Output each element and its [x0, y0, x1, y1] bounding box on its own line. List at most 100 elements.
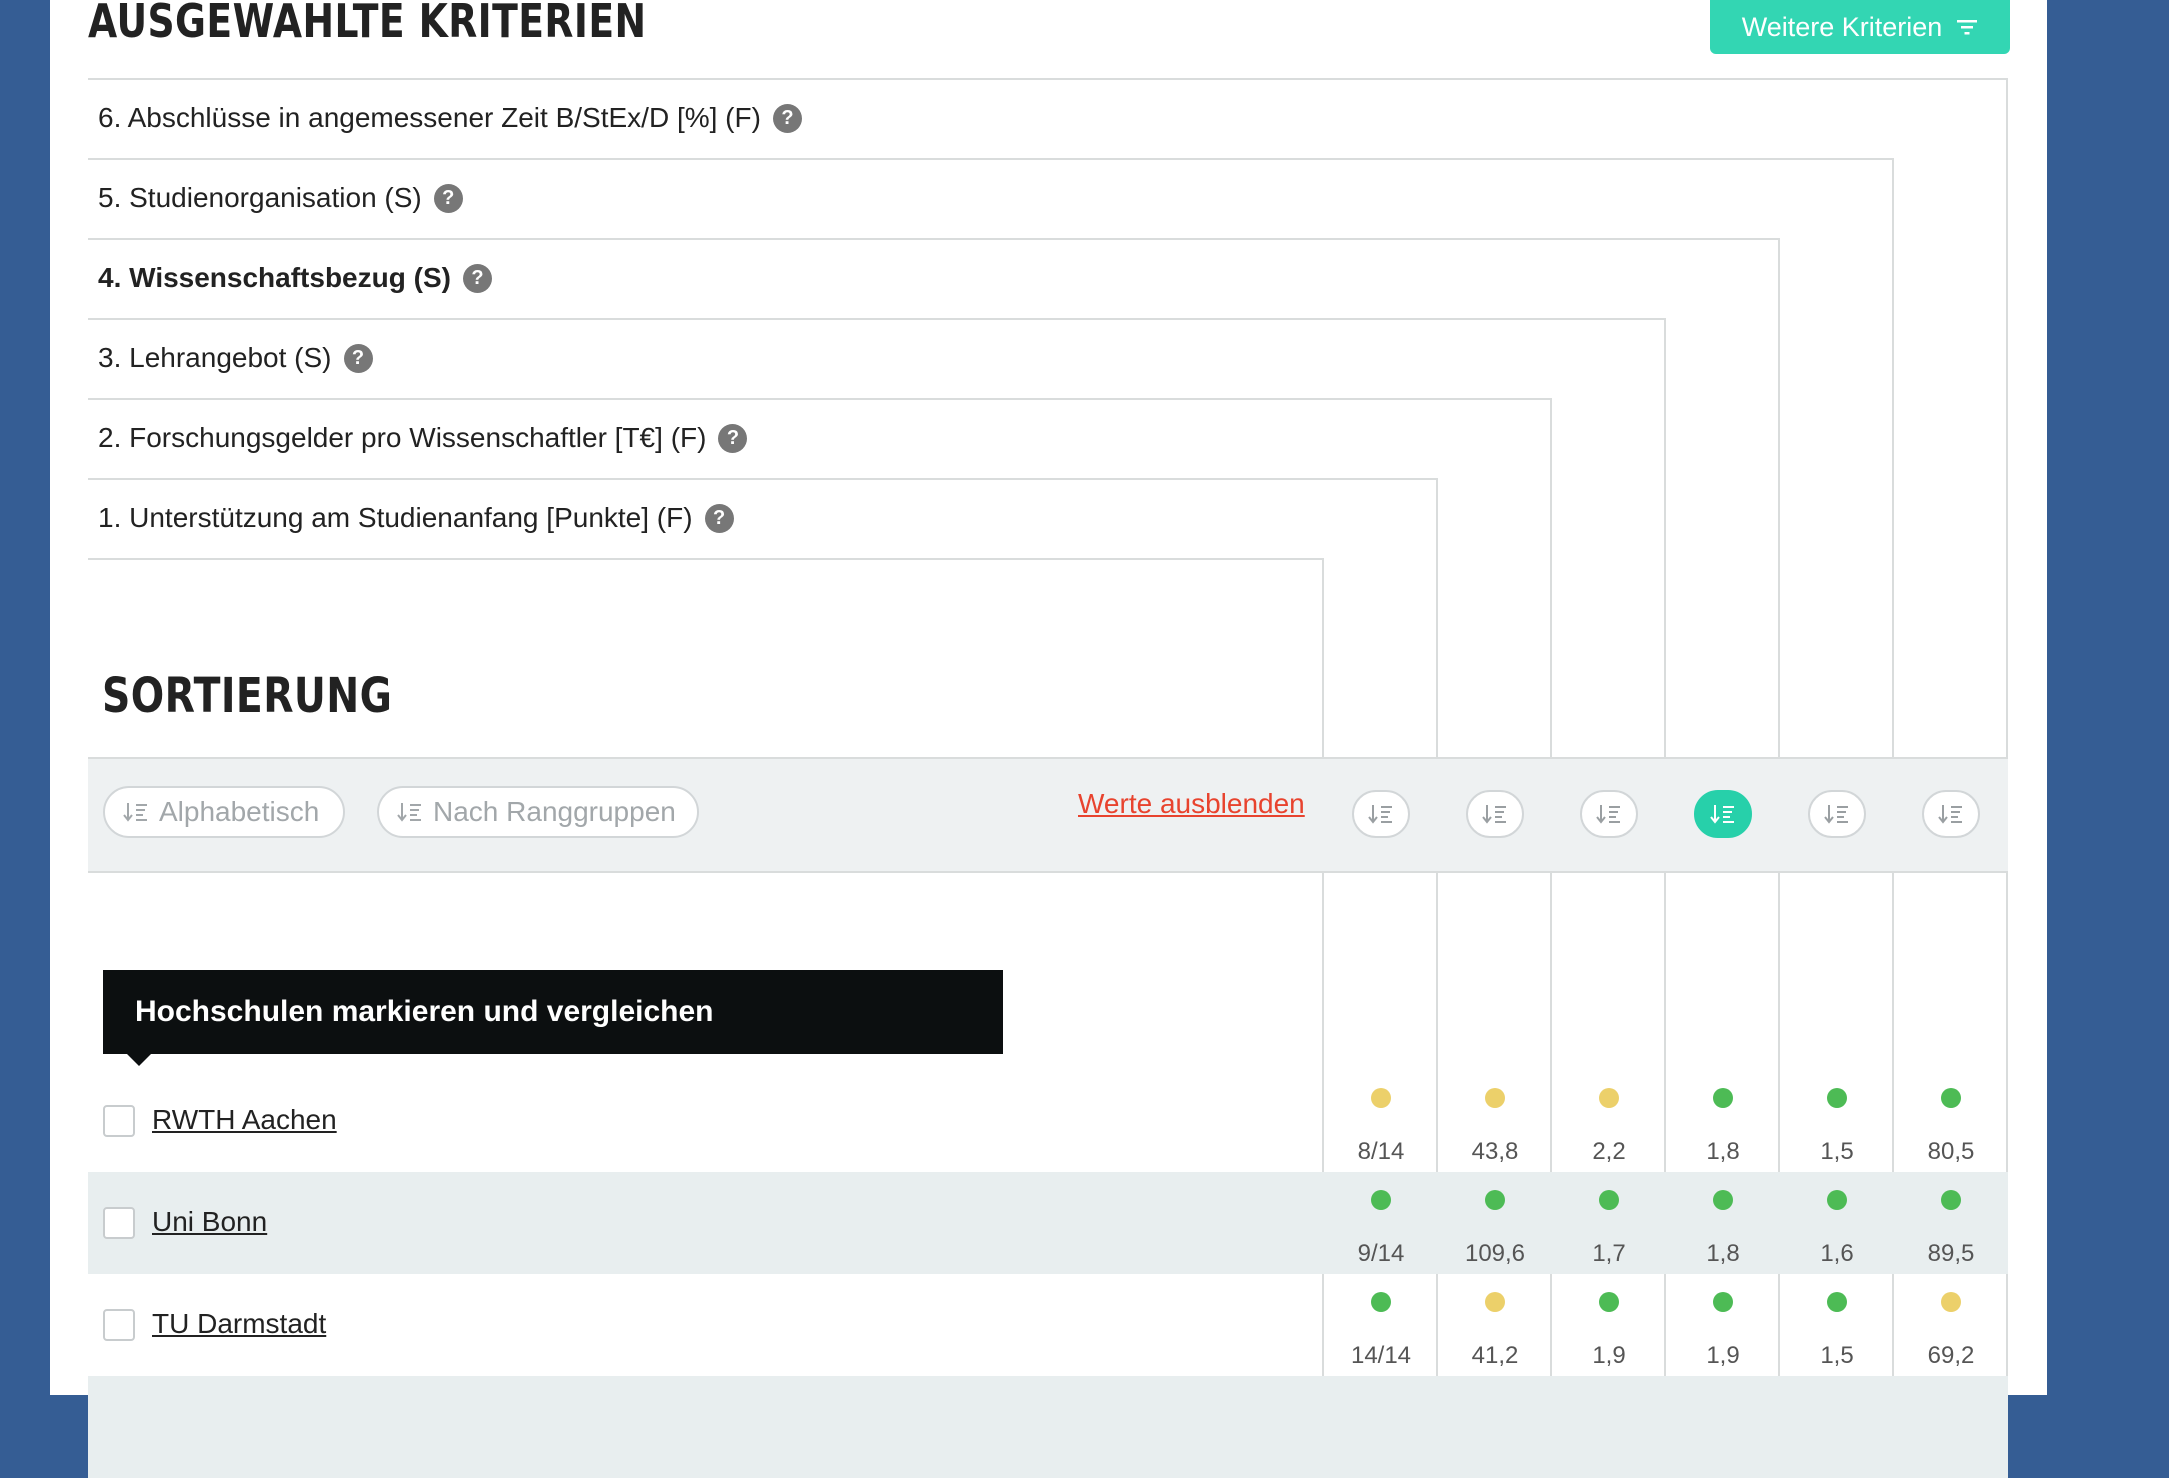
university-link[interactable]: TU Darmstadt — [152, 1308, 326, 1340]
help-icon[interactable]: ? — [718, 423, 748, 453]
divider — [88, 318, 1666, 320]
column-sort-button[interactable] — [1694, 790, 1752, 838]
sort-alphabetical-label: Alphabetisch — [159, 796, 320, 827]
value-cell: 9/14 — [1326, 1190, 1436, 1268]
criterion-label: 6. Abschlüsse in angemessener Zeit B/StE… — [98, 102, 761, 133]
compare-tooltip: Hochschulen markieren und vergleichen — [103, 970, 1003, 1066]
rank-group-dot — [1599, 1292, 1619, 1312]
help-icon[interactable]: ? — [772, 103, 802, 133]
sort-icon — [1596, 805, 1620, 824]
value-label: 1,9 — [1706, 1342, 1740, 1369]
divider — [88, 78, 2008, 80]
value-label: 80,5 — [1927, 1138, 1975, 1165]
value-cell: 1,5 — [1782, 1292, 1892, 1370]
value-label: 1,5 — [1820, 1342, 1854, 1369]
value-cell: 14/14 — [1326, 1292, 1436, 1370]
criterion-2: 2. Forschungsgelder pro Wissenschaftler … — [98, 418, 748, 458]
value-label: 8/14 — [1357, 1138, 1405, 1165]
divider — [88, 558, 1324, 560]
criterion-4: 4. Wissenschaftsbezug (S) ? — [98, 258, 492, 298]
column-sort-button[interactable] — [1352, 790, 1410, 838]
value-label: 9/14 — [1357, 1240, 1405, 1267]
sort-icon — [1824, 805, 1848, 824]
value-cell: 1,9 — [1554, 1292, 1664, 1370]
value-cell: 43,8 — [1440, 1088, 1550, 1166]
value-label: 1,9 — [1592, 1342, 1626, 1369]
rank-group-dot — [1371, 1190, 1391, 1210]
column-sort-button[interactable] — [1808, 790, 1866, 838]
university-link[interactable]: Uni Bonn — [152, 1206, 267, 1238]
more-criteria-label: Weitere Kriterien — [1741, 11, 1943, 42]
criterion-6: 6. Abschlüsse in angemessener Zeit B/StE… — [98, 98, 802, 138]
page-title: AUSGEWÄHLTE KRITERIEN — [88, 0, 647, 48]
sort-alphabetical-button[interactable]: Alphabetisch — [103, 786, 345, 838]
sort-icon — [1482, 805, 1506, 824]
university-link[interactable]: RWTH Aachen — [152, 1104, 337, 1136]
value-cell: 1,8 — [1668, 1088, 1778, 1166]
value-cell: 1,9 — [1668, 1292, 1778, 1370]
value-label: 1,7 — [1592, 1240, 1626, 1267]
value-cell: 1,5 — [1782, 1088, 1892, 1166]
compare-checkbox[interactable] — [103, 1105, 135, 1137]
divider — [88, 478, 1438, 480]
sort-by-rank-button[interactable]: Nach Ranggruppen — [377, 786, 699, 838]
criterion-label: 2. Forschungsgelder pro Wissenschaftler … — [98, 422, 707, 453]
value-label: 109,6 — [1464, 1240, 1526, 1267]
help-icon[interactable]: ? — [704, 503, 734, 533]
criterion-label: 3. Lehrangebot (S) — [98, 342, 332, 373]
compare-checkbox[interactable] — [103, 1207, 135, 1239]
value-cell: 1,8 — [1668, 1190, 1778, 1268]
rank-group-dot — [1827, 1190, 1847, 1210]
more-criteria-button[interactable]: Weitere Kriterien — [1710, 0, 2010, 54]
column-sort-button[interactable] — [1466, 790, 1524, 838]
value-label: 41,2 — [1471, 1342, 1519, 1369]
sort-icon — [397, 803, 421, 822]
rank-group-dot — [1713, 1190, 1733, 1210]
value-label: 43,8 — [1471, 1138, 1519, 1165]
rank-group-dot — [1599, 1190, 1619, 1210]
rank-group-dot — [1713, 1088, 1733, 1108]
filter-icon — [1957, 20, 1978, 35]
rank-group-dot — [1941, 1190, 1961, 1210]
sort-title: SORTIERUNG — [102, 668, 393, 724]
rank-group-dot — [1827, 1088, 1847, 1108]
criterion-label: 5. Studienorganisation (S) — [98, 182, 422, 213]
table-row — [88, 1376, 2008, 1478]
rank-group-dot — [1485, 1190, 1505, 1210]
rank-group-dot — [1941, 1088, 1961, 1108]
criterion-3: 3. Lehrangebot (S) ? — [98, 338, 373, 378]
sort-icon — [1710, 805, 1734, 824]
value-cell: 69,2 — [1896, 1292, 2006, 1370]
divider — [88, 238, 1780, 240]
hide-values-link[interactable]: Werte ausblenden — [1078, 788, 1305, 820]
help-icon[interactable]: ? — [343, 343, 373, 373]
value-label: 1,5 — [1820, 1138, 1854, 1165]
value-label: 2,2 — [1592, 1138, 1626, 1165]
rank-group-dot — [1371, 1088, 1391, 1108]
value-label: 1,8 — [1706, 1138, 1740, 1165]
value-cell: 80,5 — [1896, 1088, 2006, 1166]
criterion-1: 1. Unterstützung am Studienanfang [Punkt… — [98, 498, 734, 538]
value-cell: 8/14 — [1326, 1088, 1436, 1166]
value-label: 1,6 — [1820, 1240, 1854, 1267]
column-sort-button[interactable] — [1922, 790, 1980, 838]
value-cell: 109,6 — [1440, 1190, 1550, 1268]
criterion-5: 5. Studienorganisation (S) ? — [98, 178, 463, 218]
rank-group-dot — [1599, 1088, 1619, 1108]
divider — [88, 398, 1552, 400]
compare-checkbox[interactable] — [103, 1309, 135, 1341]
help-icon[interactable]: ? — [433, 183, 463, 213]
value-cell: 1,6 — [1782, 1190, 1892, 1268]
column-sort-button[interactable] — [1580, 790, 1638, 838]
value-label: 69,2 — [1927, 1342, 1975, 1369]
divider — [88, 158, 1894, 160]
value-cell: 1,7 — [1554, 1190, 1664, 1268]
value-cell: 89,5 — [1896, 1190, 2006, 1268]
sort-icon — [123, 803, 147, 822]
value-label: 14/14 — [1350, 1342, 1412, 1369]
rank-group-dot — [1485, 1292, 1505, 1312]
value-label: 89,5 — [1927, 1240, 1975, 1267]
help-icon[interactable]: ? — [462, 263, 492, 293]
rank-group-dot — [1713, 1292, 1733, 1312]
rank-group-dot — [1827, 1292, 1847, 1312]
